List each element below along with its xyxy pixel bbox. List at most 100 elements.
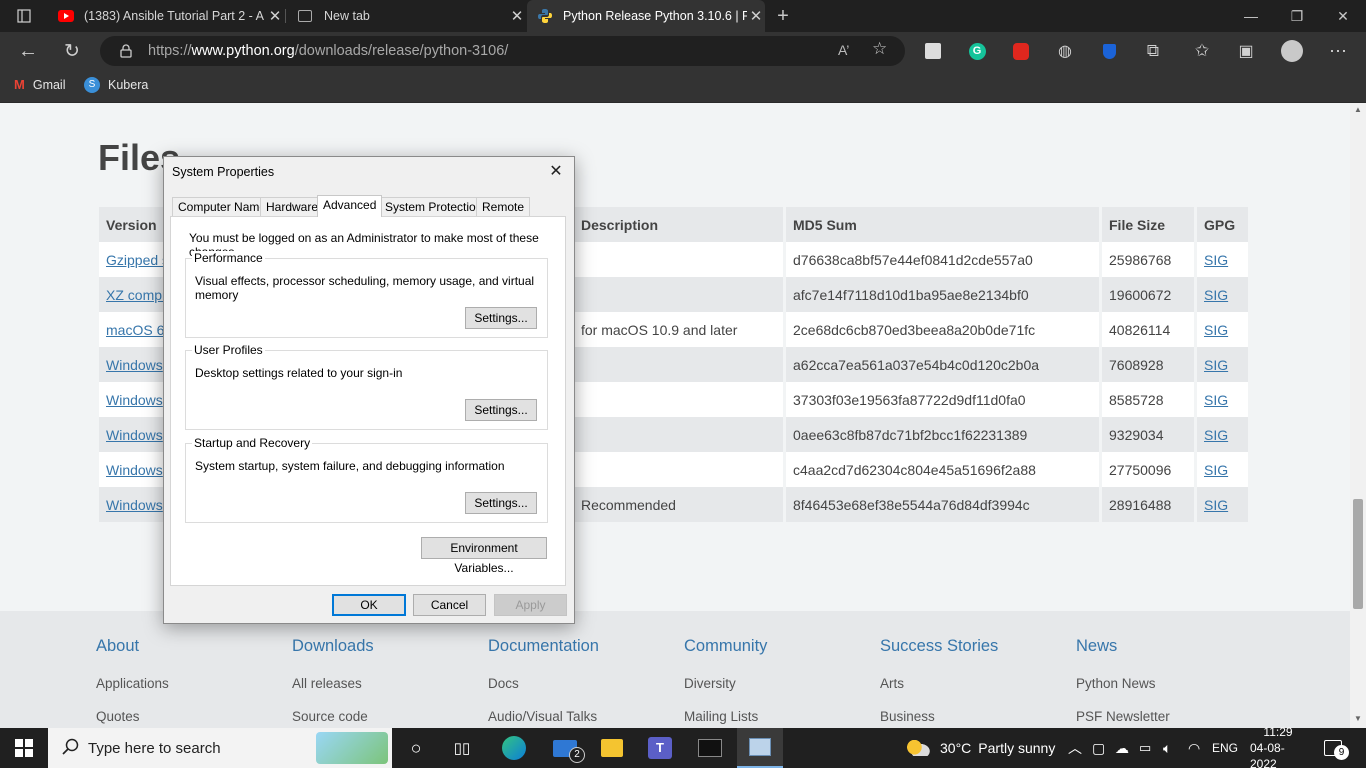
footer-heading[interactable]: Downloads <box>292 637 374 656</box>
wifi-icon[interactable]: ◠ <box>1188 728 1200 768</box>
tab-advanced[interactable]: Advanced <box>317 195 383 217</box>
address-bar[interactable]: https://www.python.org/downloads/release… <box>100 36 905 66</box>
gpg-sig-link-text[interactable]: SIG <box>1204 427 1228 443</box>
onedrive-icon[interactable]: ☁ <box>1115 728 1129 768</box>
footer-link[interactable]: Mailing Lists <box>684 709 767 724</box>
language-indicator[interactable]: ENG <box>1212 728 1238 768</box>
close-tab-icon[interactable]: ✕ <box>747 7 765 25</box>
tab-python-release[interactable]: Python Release Python 3.10.6 | P ✕ <box>527 0 765 32</box>
version-link-text[interactable]: XZ compr <box>106 287 167 303</box>
close-tab-icon[interactable]: ✕ <box>266 7 284 25</box>
tab-computer-name[interactable]: Computer Name <box>172 197 273 216</box>
tab-system-protection[interactable]: System Protection <box>379 197 489 216</box>
gpg-sig-link[interactable]: SIG <box>1197 417 1251 452</box>
footer-heading[interactable]: Documentation <box>488 637 599 656</box>
scroll-down-icon[interactable]: ▼ <box>1354 714 1362 723</box>
version-link-text[interactable]: Windows <box>106 427 163 443</box>
footer-heading[interactable]: About <box>96 637 169 656</box>
footer-link[interactable]: Applications <box>96 676 169 691</box>
scroll-thumb[interactable] <box>1353 499 1363 609</box>
gpg-sig-link-text[interactable]: SIG <box>1204 357 1228 373</box>
system-properties-taskbar-icon[interactable] <box>737 728 783 768</box>
dialog-close-icon[interactable]: ✕ <box>544 161 568 183</box>
tab-remote[interactable]: Remote <box>476 197 531 216</box>
mail-icon[interactable]: 2 <box>545 728 585 768</box>
user-profiles-settings-button[interactable]: Settings... <box>465 399 537 421</box>
start-button[interactable] <box>0 728 48 768</box>
extensions-icon[interactable]: ⧉ <box>1141 39 1165 63</box>
footer-heading[interactable]: Success Stories <box>880 637 998 656</box>
cancel-button[interactable]: Cancel <box>413 594 486 616</box>
footer-link[interactable]: Quotes <box>96 709 169 724</box>
meet-now-icon[interactable]: ▢ <box>1092 728 1105 768</box>
task-view-icon[interactable]: ▯▯ <box>442 728 482 768</box>
close-window-icon[interactable]: ✕ <box>1320 0 1366 32</box>
environment-variables-button[interactable]: Environment Variables... <box>421 537 547 575</box>
favorite-add-icon[interactable]: ☆ <box>872 39 887 59</box>
version-link-text[interactable]: Windows <box>106 357 163 373</box>
gpg-sig-link[interactable]: SIG <box>1197 242 1251 277</box>
tab-hardware[interactable]: Hardware <box>260 197 325 216</box>
gpg-sig-link[interactable]: SIG <box>1197 347 1251 382</box>
footer-heading[interactable]: Community <box>684 637 767 656</box>
read-aloud-icon[interactable]: A’ <box>838 42 849 58</box>
footer-link[interactable]: Audio/Visual Talks <box>488 709 599 724</box>
tab-new-tab[interactable]: New tab ✕ <box>290 0 526 32</box>
apply-button[interactable]: Apply <box>494 594 567 616</box>
file-explorer-icon[interactable] <box>592 728 632 768</box>
more-menu-icon[interactable]: ⋯ <box>1326 39 1350 63</box>
favorites-icon[interactable]: ✩ <box>1190 39 1214 63</box>
tab-youtube[interactable]: (1383) Ansible Tutorial Part 2 - A ✕ <box>48 0 284 32</box>
gpg-sig-link-text[interactable]: SIG <box>1204 392 1228 408</box>
weather-widget[interactable]: 30°C Partly sunny <box>906 728 1055 768</box>
taskbar-search-box[interactable]: Type here to search <box>48 728 392 768</box>
footer-link[interactable]: Arts <box>880 676 998 691</box>
extension-photo-icon[interactable] <box>921 39 945 63</box>
gpg-sig-link[interactable]: SIG <box>1197 382 1251 417</box>
shield-icon[interactable] <box>1097 39 1121 63</box>
ok-button[interactable]: OK <box>332 594 406 616</box>
footer-link[interactable]: Source code <box>292 709 374 724</box>
bookmark-gmail[interactable]: M Gmail <box>14 77 66 92</box>
scroll-up-icon[interactable]: ▲ <box>1354 105 1362 114</box>
version-link-text[interactable]: Gzipped s <box>106 252 169 268</box>
notification-center-icon[interactable]: 9 <box>1324 728 1349 768</box>
version-link-text[interactable]: Windows <box>106 462 163 478</box>
minimize-icon[interactable]: — <box>1228 0 1274 32</box>
footer-link[interactable]: All releases <box>292 676 374 691</box>
version-link-text[interactable]: Windows <box>106 392 163 408</box>
tab-actions-icon[interactable] <box>0 0 48 32</box>
refresh-icon[interactable]: ↻ <box>60 39 84 63</box>
gpg-sig-link-text[interactable]: SIG <box>1204 322 1228 338</box>
adblock-icon[interactable] <box>1009 39 1033 63</box>
footer-heading[interactable]: News <box>1076 637 1170 656</box>
version-link-text[interactable]: Windows <box>106 497 163 513</box>
footer-link[interactable]: Docs <box>488 676 599 691</box>
gpg-sig-link[interactable]: SIG <box>1197 277 1251 312</box>
gpg-sig-link[interactable]: SIG <box>1197 312 1251 347</box>
teams-icon[interactable]: T <box>640 728 680 768</box>
gpg-sig-link[interactable]: SIG <box>1197 452 1251 487</box>
bookmark-kubera[interactable]: S Kubera <box>84 77 148 93</box>
battery-icon[interactable]: ▭ <box>1139 728 1151 768</box>
new-tab-button[interactable]: + <box>766 0 800 32</box>
footer-link[interactable]: Business <box>880 709 998 724</box>
grammarly-icon[interactable]: G <box>965 39 989 63</box>
footer-link[interactable]: Python News <box>1076 676 1170 691</box>
close-tab-icon[interactable]: ✕ <box>508 7 526 25</box>
gpg-sig-link-text[interactable]: SIG <box>1204 252 1228 268</box>
page-scrollbar[interactable]: ▲ ▼ <box>1350 103 1366 728</box>
show-hidden-icons-icon[interactable]: ︿ <box>1068 728 1082 768</box>
version-link-text[interactable]: macOS 6 <box>106 322 164 338</box>
profile-avatar[interactable] <box>1280 39 1304 63</box>
clock[interactable]: 11:29 04-08-2022 <box>1250 725 1306 768</box>
gpg-sig-link-text[interactable]: SIG <box>1204 497 1228 513</box>
cortana-icon[interactable]: ○ <box>396 728 436 768</box>
gpg-sig-link[interactable]: SIG <box>1197 487 1251 522</box>
extension-globe-icon[interactable]: ◍ <box>1053 39 1077 63</box>
gpg-sig-link-text[interactable]: SIG <box>1204 287 1228 303</box>
back-icon[interactable]: ← <box>16 39 40 63</box>
footer-link[interactable]: PSF Newsletter <box>1076 709 1170 724</box>
terminal-icon[interactable] <box>690 728 730 768</box>
edge-icon[interactable] <box>494 728 534 768</box>
